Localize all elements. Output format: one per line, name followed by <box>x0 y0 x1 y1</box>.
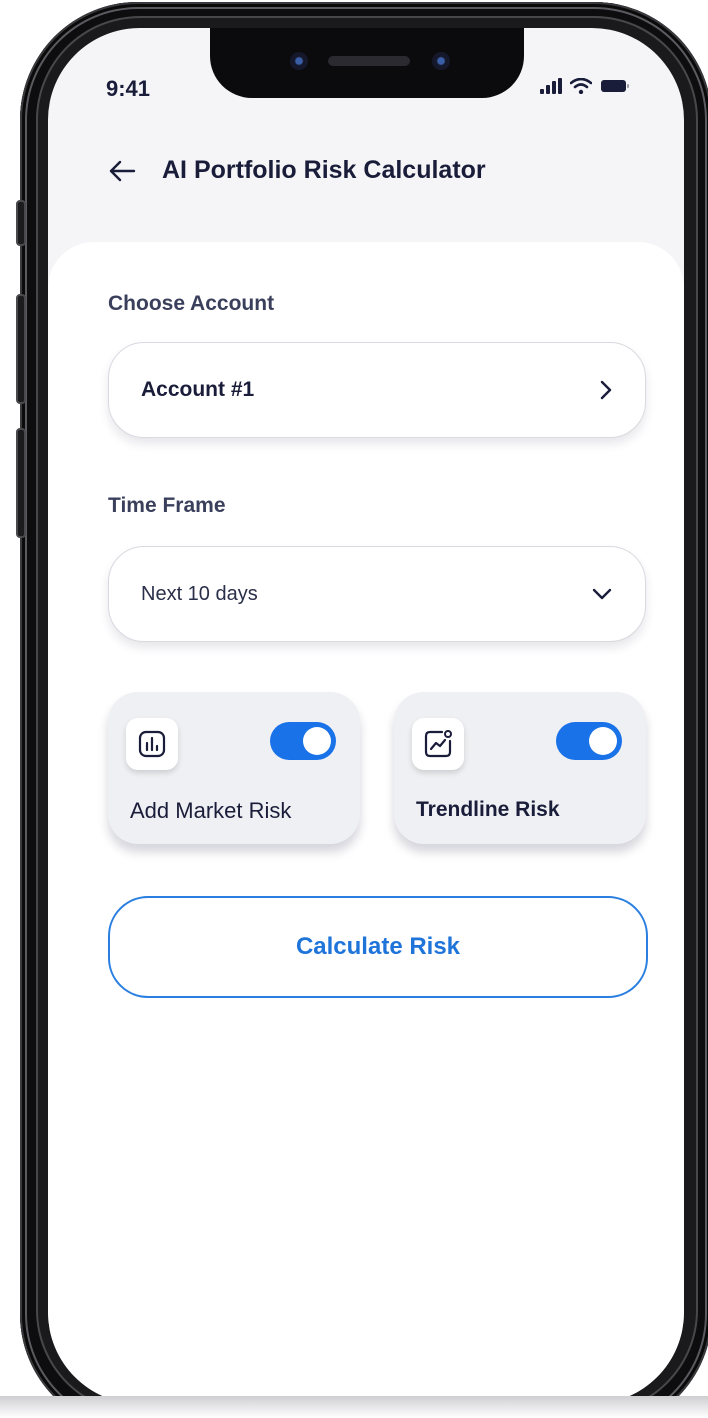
notch <box>210 28 524 98</box>
bar-chart-icon <box>126 718 178 770</box>
bottom-shadow <box>0 1396 708 1418</box>
page-title: AI Portfolio Risk Calculator <box>162 156 486 184</box>
side-button-volume-down <box>16 428 26 538</box>
status-time: 9:41 <box>106 76 151 101</box>
trend-chart-icon <box>412 718 464 770</box>
market-risk-toggle[interactable] <box>270 722 336 760</box>
time-frame-label: Time Frame <box>108 494 226 517</box>
side-button-volume-up <box>16 294 26 404</box>
battery-icon <box>601 80 629 92</box>
calculate-risk-button[interactable]: Calculate Risk <box>108 896 648 998</box>
chevron-right-icon <box>600 380 612 400</box>
back-arrow-icon[interactable] <box>108 159 136 183</box>
account-select[interactable]: Account #1 <box>108 342 646 438</box>
wifi-icon <box>570 78 592 94</box>
chevron-down-icon <box>592 588 612 600</box>
phone-mockup: 9:41 AI Portfolio Risk Calculator Choose… <box>0 0 708 1418</box>
time-frame-select[interactable]: Next 10 days <box>108 546 646 642</box>
account-value: Account #1 <box>141 378 255 401</box>
phone-screen: 9:41 AI Portfolio Risk Calculator Choose… <box>48 28 684 1404</box>
market-risk-card[interactable]: Add Market Risk <box>108 692 360 844</box>
side-button-mute <box>16 200 26 246</box>
toggle-knob <box>303 727 331 755</box>
trendline-risk-label: Trendline Risk <box>416 798 560 821</box>
signal-icon <box>540 78 562 94</box>
market-risk-label: Add Market Risk <box>130 798 292 823</box>
camera-right <box>432 52 450 70</box>
toggle-knob <box>589 727 617 755</box>
camera-left <box>290 52 308 70</box>
status-icons <box>540 78 630 94</box>
header: AI Portfolio Risk Calculator <box>108 156 486 185</box>
choose-account-label: Choose Account <box>108 292 275 315</box>
trendline-risk-card[interactable]: Trendline Risk <box>394 692 646 844</box>
speaker-grille <box>328 56 410 66</box>
time-frame-value: Next 10 days <box>141 582 258 605</box>
trendline-risk-toggle[interactable] <box>556 722 622 760</box>
